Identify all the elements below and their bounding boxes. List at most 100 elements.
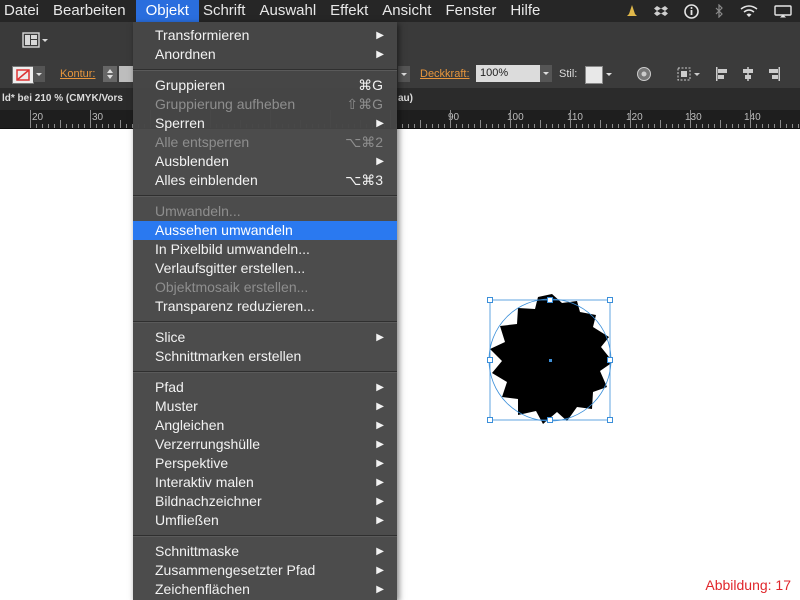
recolor-artwork-button[interactable]: [636, 66, 652, 85]
opacity-dropdown-button[interactable]: [540, 65, 552, 82]
resize-handle-top-left[interactable]: [487, 297, 493, 303]
resize-handle-left[interactable]: [487, 357, 493, 363]
align-center-button[interactable]: [740, 66, 756, 85]
ruler-tick: [558, 124, 559, 128]
menu-item-muster[interactable]: Muster ▶: [133, 397, 397, 416]
menu-item-label: Gruppierung aufheben: [155, 96, 296, 112]
menu-item-slice[interactable]: Slice ▶: [133, 328, 397, 347]
menu-item-label: Sperren: [155, 115, 205, 131]
menu-objekt[interactable]: Objekt: [135, 0, 199, 22]
ruler-tick: [474, 124, 475, 128]
ruler-tick: [696, 124, 697, 128]
resize-handle-bottom-right[interactable]: [607, 417, 613, 423]
menu-item-label: Verlaufsgitter erstellen...: [155, 260, 306, 276]
ruler-tick: [780, 120, 781, 128]
align-right-button[interactable]: [766, 66, 782, 85]
align-to-button[interactable]: [676, 66, 702, 85]
ruler-tick: [726, 124, 727, 128]
menu-item-transformieren[interactable]: Transformieren ▶: [133, 26, 397, 45]
opacity-input[interactable]: 100%: [476, 65, 540, 82]
info-icon[interactable]: [684, 3, 699, 19]
menu-item-label: Gruppieren: [155, 77, 226, 93]
submenu-arrow-icon: ▶: [376, 156, 384, 167]
menu-item-label: Aussehen umwandeln: [155, 222, 293, 238]
deckkraft-label[interactable]: Deckkraft:: [420, 68, 470, 80]
resize-handle-top[interactable]: [547, 297, 553, 303]
menu-item-zusammengesetzter-pfad[interactable]: Zusammengesetzter Pfad ▶: [133, 561, 397, 580]
fill-dropdown-button[interactable]: [33, 66, 45, 82]
menu-item-verlaufsgitter-erstellen[interactable]: Verlaufsgitter erstellen...: [133, 259, 397, 278]
menu-bearbeiten[interactable]: Bearbeiten: [49, 0, 136, 22]
center-point: [549, 359, 552, 362]
brush-dropdown-button[interactable]: [398, 66, 410, 82]
resize-handle-bottom[interactable]: [547, 417, 553, 423]
menu-item-anordnen[interactable]: Anordnen ▶: [133, 45, 397, 64]
menu-separator: [133, 321, 397, 323]
ruler-tick: [588, 124, 589, 128]
menu-item-verzerrungshuelle[interactable]: Verzerrungshülle ▶: [133, 435, 397, 454]
dropbox-icon[interactable]: [654, 5, 668, 18]
bluetooth-icon[interactable]: [715, 4, 724, 18]
artboard-canvas[interactable]: Abbildung: 17: [0, 129, 800, 600]
menu-item-label: Schnittmarken erstellen: [155, 348, 302, 364]
stroke-weight-stepper[interactable]: [103, 66, 117, 82]
stroke-weight-input[interactable]: [119, 66, 133, 82]
ruler-tick: [414, 124, 415, 128]
wifi-icon[interactable]: [740, 4, 758, 18]
menu-hilfe[interactable]: Hilfe: [506, 0, 550, 22]
ruler-tick: [594, 124, 595, 128]
align-to-selection-icon: [677, 67, 700, 81]
menu-item-aussehen-umwandeln[interactable]: Aussehen umwandeln: [133, 221, 397, 240]
menu-effekt[interactable]: Effekt: [326, 0, 378, 22]
menu-item-label: Transformieren: [155, 27, 250, 43]
menu-item-schnittmarken-erstellen[interactable]: Schnittmarken erstellen: [133, 347, 397, 366]
menu-item-perspektive[interactable]: Perspektive ▶: [133, 454, 397, 473]
menu-item-transparenz-reduzieren[interactable]: Transparenz reduzieren...: [133, 297, 397, 316]
ruler-tick: [606, 124, 607, 128]
document-tab-title-suffix[interactable]: au): [398, 88, 413, 110]
ruler-tick: [714, 124, 715, 128]
ruler-tick: [126, 124, 127, 128]
menu-item-alles-einblenden[interactable]: Alles einblenden ⌥⌘3: [133, 171, 397, 190]
ruler-tick: [534, 124, 535, 128]
menu-auswahl[interactable]: Auswahl: [255, 0, 326, 22]
style-dropdown-button[interactable]: [604, 66, 614, 82]
ruler-tick: [732, 124, 733, 128]
style-swatch[interactable]: [585, 66, 603, 84]
kontur-label[interactable]: Kontur:: [60, 68, 95, 80]
display-icon[interactable]: [774, 4, 792, 18]
ruler-tick: [36, 124, 37, 128]
menu-item-in-pixelbild-umwandeln[interactable]: In Pixelbild umwandeln...: [133, 240, 397, 259]
menu-item-umwandeln: Umwandeln...: [133, 202, 397, 221]
menu-item-schnittmaske[interactable]: Schnittmaske ▶: [133, 542, 397, 561]
resize-handle-bottom-left[interactable]: [487, 417, 493, 423]
menu-item-pfad[interactable]: Pfad ▶: [133, 378, 397, 397]
menu-datei[interactable]: Datei: [0, 0, 49, 22]
menu-item-ausblenden[interactable]: Ausblenden ▶: [133, 152, 397, 171]
ruler-tick: [438, 124, 439, 128]
menu-schrift[interactable]: Schrift: [199, 0, 256, 22]
ruler-tick: [60, 120, 61, 128]
menu-item-sperren[interactable]: Sperren ▶: [133, 114, 397, 133]
menu-item-umfliessen[interactable]: Umfließen ▶: [133, 511, 397, 530]
resize-handle-top-right[interactable]: [607, 297, 613, 303]
menu-item-interaktiv-malen[interactable]: Interaktiv malen ▶: [133, 473, 397, 492]
selected-artwork[interactable]: [480, 287, 630, 437]
horizontal-ruler[interactable]: 20 30 90 100 110 120 130 140: [0, 110, 800, 129]
menu-item-zeichenflaechen[interactable]: Zeichenflächen ▶: [133, 580, 397, 599]
menu-fenster[interactable]: Fenster: [441, 0, 506, 22]
resize-handle-right[interactable]: [607, 357, 613, 363]
stepper-arrows-icon: [107, 69, 113, 79]
document-tab-title[interactable]: ld* bei 210 % (CMYK/Vors: [2, 88, 123, 110]
menu-item-gruppieren[interactable]: Gruppieren ⌘G: [133, 76, 397, 95]
ruler-tick: [510, 110, 511, 128]
bell-icon[interactable]: [626, 4, 638, 18]
menu-item-bildnachzeichner[interactable]: Bildnachzeichner ▶: [133, 492, 397, 511]
workspace-switcher-button[interactable]: [22, 32, 50, 50]
menu-ansicht[interactable]: Ansicht: [378, 0, 441, 22]
menu-bar: Datei Bearbeiten Objekt Schrift Auswahl …: [0, 0, 800, 22]
fill-swatch[interactable]: [12, 66, 34, 84]
ruler-tick: [102, 124, 103, 128]
menu-item-angleichen[interactable]: Angleichen ▶: [133, 416, 397, 435]
align-left-button[interactable]: [714, 66, 730, 85]
